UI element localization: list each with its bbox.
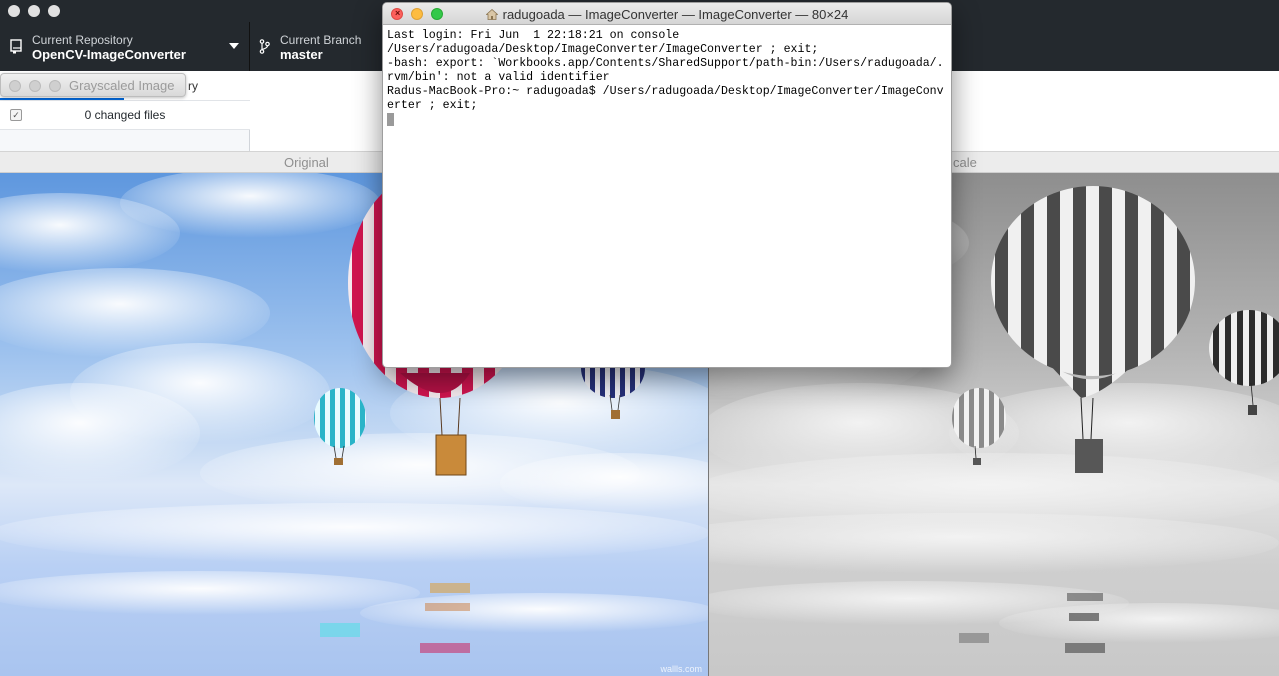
terminal-line: -bash: export: `Workbooks.app/Contents/S… — [387, 57, 944, 70]
grayscale-pane-label: cale — [953, 155, 977, 170]
window-close-button[interactable] — [8, 5, 20, 17]
terminal-cursor-line — [387, 113, 949, 127]
desktop: Current Repository OpenCV-ImageConverter… — [0, 0, 1279, 676]
grayscaled-window-title: Grayscaled Image — [69, 78, 175, 93]
current-repository-dropdown[interactable]: Current Repository OpenCV-ImageConverter — [0, 22, 250, 71]
home-folder-icon — [485, 9, 498, 20]
grayscaled-image-window-titlebar[interactable]: Grayscaled Image — [0, 73, 186, 97]
tab-changes-indicator — [0, 98, 124, 100]
terminal-title-text: radugoada — ImageConverter — ImageConver… — [502, 7, 849, 22]
tab-history[interactable]: ry — [188, 79, 198, 93]
branch-caption: Current Branch — [280, 33, 362, 47]
terminal-line: rvm/bin': not a valid identifier — [387, 71, 610, 84]
branch-icon — [259, 39, 270, 54]
repository-icon — [10, 39, 22, 54]
terminal-line: erter ; exit; — [387, 99, 478, 112]
terminal-line: Radus-MacBook-Pro:~ radugoada$ /Users/ra… — [387, 85, 944, 98]
terminal-line: /Users/radugoada/Desktop/ImageConverter/… — [387, 43, 819, 56]
terminal-cursor — [387, 113, 394, 126]
repository-name: OpenCV-ImageConverter — [32, 47, 186, 62]
grayscaled-zoom-button[interactable] — [49, 80, 61, 92]
terminal-output[interactable]: Last login: Fri Jun 1 22:18:21 on consol… — [387, 29, 949, 127]
terminal-title: radugoada — ImageConverter — ImageConver… — [383, 7, 951, 22]
grayscaled-close-button[interactable] — [9, 80, 21, 92]
window-zoom-button[interactable] — [48, 5, 60, 17]
caret-down-icon — [229, 43, 239, 49]
current-branch-dropdown[interactable]: Current Branch master — [250, 22, 390, 71]
changed-files-count: 0 changed files — [84, 108, 166, 122]
terminal-window[interactable]: × radugoada — ImageConverter — ImageConv… — [382, 2, 952, 368]
terminal-line: Last login: Fri Jun 1 22:18:21 on consol… — [387, 29, 680, 42]
window-minimize-button[interactable] — [28, 5, 40, 17]
branch-name: master — [280, 47, 323, 62]
image-watermark: wallls.com — [660, 664, 702, 674]
repository-caption: Current Repository — [32, 33, 133, 47]
grayscaled-minimize-button[interactable] — [29, 80, 41, 92]
original-pane-label: Original — [284, 155, 329, 170]
terminal-titlebar[interactable]: × radugoada — ImageConverter — ImageConv… — [383, 3, 951, 25]
changed-files-header: ✓ 0 changed files — [0, 101, 250, 130]
